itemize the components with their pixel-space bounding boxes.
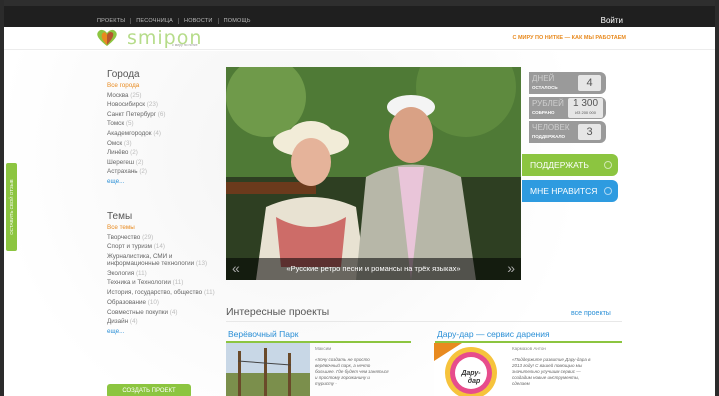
window-frame bbox=[0, 0, 719, 396]
